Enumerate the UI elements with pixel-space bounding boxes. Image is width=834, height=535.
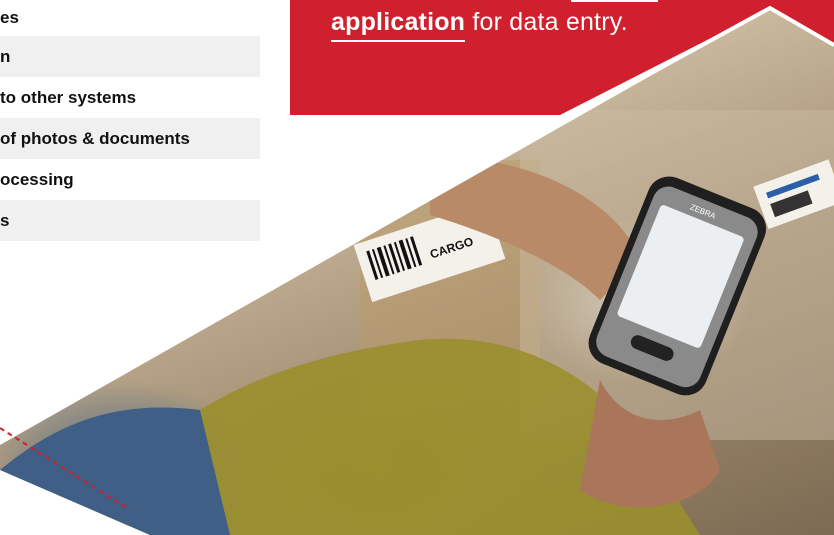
decorative-lines [0, 5, 834, 511]
dashed-accent-line [0, 427, 131, 511]
diagonal-frame-line [579, 5, 834, 114]
